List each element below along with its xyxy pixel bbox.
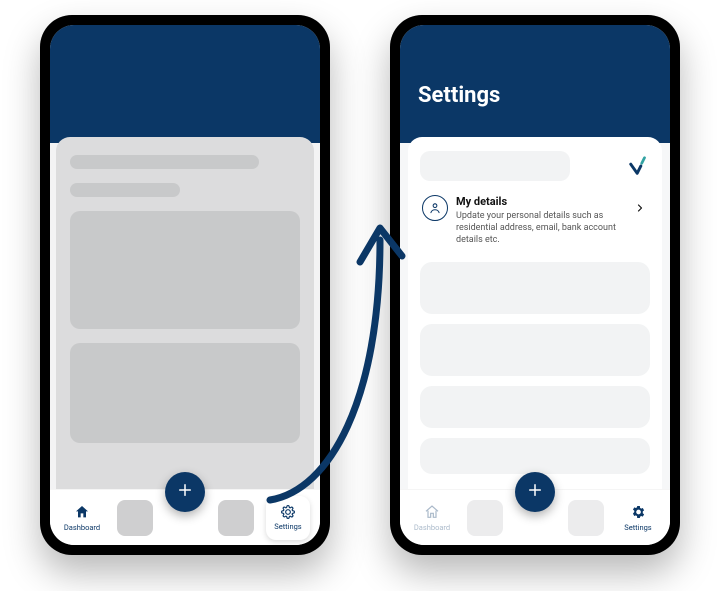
settings-item-description: Update your personal details such as res…	[456, 210, 626, 246]
skeleton-line	[70, 155, 259, 169]
phone-mockup-dashboard: Dashboard Settings	[40, 15, 330, 555]
person-icon	[422, 195, 448, 221]
tab-label: Settings	[624, 523, 651, 532]
home-icon	[74, 504, 90, 522]
skeleton-card	[420, 324, 650, 376]
settings-item-title: My details	[456, 195, 626, 208]
settings-item-my-details[interactable]: My details Update your personal details …	[420, 191, 650, 252]
tab-placeholder	[568, 500, 604, 536]
phone-mockup-settings: Settings My	[390, 15, 680, 555]
app-header-blank	[50, 25, 320, 143]
plus-icon	[526, 481, 544, 503]
tab-placeholder	[117, 500, 153, 536]
skeleton-chip	[420, 151, 570, 181]
plus-icon	[176, 481, 194, 503]
tab-placeholder	[467, 500, 503, 536]
bottom-tab-bar: Dashboard Settings	[50, 489, 320, 545]
tab-settings[interactable]: Settings	[266, 496, 310, 540]
tab-dashboard[interactable]: Dashboard	[60, 504, 104, 532]
skeleton-line	[70, 183, 180, 197]
gear-icon	[630, 504, 646, 522]
tab-label: Dashboard	[64, 523, 100, 532]
fab-add-button[interactable]	[165, 472, 205, 512]
skeleton-card	[70, 343, 300, 443]
content-sheet	[56, 137, 314, 489]
skeleton-card	[70, 211, 300, 329]
bottom-tab-bar: Dashboard Settings	[400, 489, 670, 545]
page-title: Settings	[418, 83, 652, 108]
brand-check-logo-icon	[628, 155, 650, 177]
skeleton-card	[420, 262, 650, 314]
tab-settings-active[interactable]: Settings	[616, 504, 660, 532]
app-header: Settings	[400, 25, 670, 143]
chevron-right-icon	[634, 199, 648, 218]
fab-add-button[interactable]	[515, 472, 555, 512]
home-icon	[424, 504, 440, 522]
skeleton-card	[420, 438, 650, 474]
gear-icon	[281, 505, 295, 521]
tab-label: Settings	[274, 522, 301, 531]
tab-dashboard[interactable]: Dashboard	[410, 504, 454, 532]
settings-content: My details Update your personal details …	[408, 137, 662, 489]
tab-label: Dashboard	[414, 523, 450, 532]
skeleton-card	[420, 386, 650, 428]
tab-placeholder	[218, 500, 254, 536]
